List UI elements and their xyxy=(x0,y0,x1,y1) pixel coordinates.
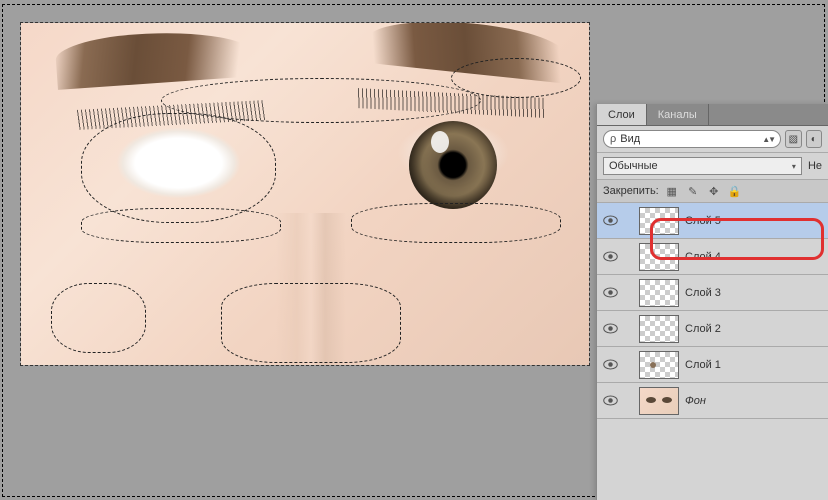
visibility-toggle[interactable] xyxy=(601,320,619,338)
visibility-toggle[interactable] xyxy=(601,284,619,302)
lock-row: Закрепить: ▦ ✎ ✥ 🔒 xyxy=(597,180,828,203)
chevron-down-icon: ▾ xyxy=(792,162,796,171)
lock-pixels-icon[interactable]: ▦ xyxy=(664,183,680,199)
filter-type-select[interactable]: ρ ▲▼ xyxy=(603,130,781,148)
stepper-icon: ▲▼ xyxy=(762,135,774,144)
filter-adjust-icon[interactable]: ◐ xyxy=(806,130,822,148)
layer-thumbnail[interactable] xyxy=(639,387,679,415)
layer-name[interactable]: Слой 4 xyxy=(685,251,721,263)
tab-channels[interactable]: Каналы xyxy=(647,104,709,125)
lock-all-icon[interactable]: 🔒 xyxy=(727,183,743,199)
blend-mode-label: Обычные xyxy=(609,160,658,172)
visibility-toggle[interactable] xyxy=(601,356,619,374)
layer-name[interactable]: Слой 1 xyxy=(685,359,721,371)
image-area[interactable] xyxy=(20,22,590,366)
layer-thumbnail[interactable] xyxy=(639,279,679,307)
layer-row[interactable]: Слой 3 xyxy=(597,275,828,311)
visibility-toggle[interactable] xyxy=(601,212,619,230)
opacity-label: Не xyxy=(808,160,822,172)
iris-right xyxy=(409,121,497,209)
filter-row: ρ ▲▼ ▧ ◐ xyxy=(597,126,828,153)
search-icon: ρ xyxy=(610,133,616,145)
layer-thumbnail[interactable] xyxy=(639,207,679,235)
filter-input[interactable] xyxy=(620,133,762,145)
layer-name[interactable]: Фон xyxy=(685,395,706,407)
layer-thumbnail[interactable] xyxy=(639,243,679,271)
layer-thumbnail[interactable] xyxy=(639,315,679,343)
filter-pixel-icon[interactable]: ▧ xyxy=(785,130,801,148)
layer-thumbnail[interactable] xyxy=(639,351,679,379)
layer-name[interactable]: Слой 3 xyxy=(685,287,721,299)
tab-layers[interactable]: Слои xyxy=(597,104,647,125)
layer-row[interactable]: Слой 2 xyxy=(597,311,828,347)
layer-row[interactable]: Слой 5 xyxy=(597,203,828,239)
lock-brush-icon[interactable]: ✎ xyxy=(685,183,701,199)
blend-row: Обычные ▾ Не xyxy=(597,153,828,180)
lock-label: Закрепить: xyxy=(603,185,659,197)
selection-marquee xyxy=(81,113,276,223)
layers-panel: Слои Каналы ρ ▲▼ ▧ ◐ Обычные ▾ Не Закреп… xyxy=(596,104,828,500)
layer-row[interactable]: Слой 4 xyxy=(597,239,828,275)
selection-marquee xyxy=(451,58,581,98)
lock-move-icon[interactable]: ✥ xyxy=(706,183,722,199)
app-workspace: Слои Каналы ρ ▲▼ ▧ ◐ Обычные ▾ Не Закреп… xyxy=(0,0,828,500)
layer-row[interactable]: Фон xyxy=(597,383,828,419)
blend-mode-select[interactable]: Обычные ▾ xyxy=(603,157,802,175)
selection-marquee xyxy=(221,283,401,363)
visibility-toggle[interactable] xyxy=(601,392,619,410)
layer-name[interactable]: Слой 5 xyxy=(685,215,721,227)
layer-row[interactable]: Слой 1 xyxy=(597,347,828,383)
layers-list: Слой 5 Слой 4 Слой 3 Слой 2 Слой 1 Фон xyxy=(597,203,828,419)
selection-marquee xyxy=(351,203,561,243)
panel-tabs: Слои Каналы xyxy=(597,104,828,126)
selection-marquee xyxy=(51,283,146,353)
visibility-toggle[interactable] xyxy=(601,248,619,266)
eye-highlight xyxy=(431,131,449,153)
layer-name[interactable]: Слой 2 xyxy=(685,323,721,335)
